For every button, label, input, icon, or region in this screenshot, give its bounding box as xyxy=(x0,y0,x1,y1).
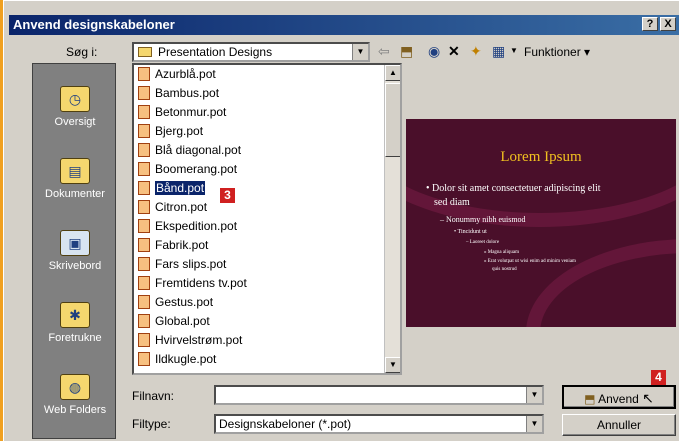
desktop-icon: ▣ xyxy=(60,230,90,256)
template-file-icon xyxy=(138,162,150,176)
preview-text: » Magna aliquam xyxy=(484,250,519,255)
views-dropdown-icon[interactable]: ▼ xyxy=(510,43,518,59)
step-badge-3: 3 xyxy=(220,188,235,203)
template-file-icon xyxy=(138,200,150,214)
place-history[interactable]: ◷ Oversigt xyxy=(33,86,117,128)
favorites-icon: ✱ xyxy=(60,302,90,328)
chevron-down-icon[interactable]: ▼ xyxy=(526,387,542,403)
places-bar: ◷ Oversigt ▤ Dokumenter ▣ Skrivebord ✱ F… xyxy=(32,63,116,439)
list-item[interactable]: Ekspedition.pot xyxy=(138,217,237,235)
template-file-icon xyxy=(138,143,150,157)
mouse-cursor-icon: ↖ xyxy=(642,390,654,406)
apply-design-dialog: Anvend designskabeloner ? X Søg i: Prese… xyxy=(3,0,679,441)
place-favorites[interactable]: ✱ Foretrukne xyxy=(33,302,117,344)
preview-text: » Erat volutpat ut wisi enim ad minim ve… xyxy=(484,259,576,264)
template-file-icon xyxy=(138,105,150,119)
help-button[interactable]: ? xyxy=(642,17,658,31)
template-file-icon xyxy=(138,333,150,347)
place-desktop[interactable]: ▣ Skrivebord xyxy=(33,230,117,272)
lookin-label: Søg i: xyxy=(66,45,98,59)
scroll-down-button[interactable]: ▼ xyxy=(385,357,400,373)
title-bar: Anvend designskabeloner ? X xyxy=(9,15,679,35)
template-file-icon xyxy=(138,67,150,81)
list-item[interactable]: Bjerg.pot xyxy=(138,122,203,140)
template-file-icon xyxy=(138,219,150,233)
window-title: Anvend designskabeloner xyxy=(13,17,175,32)
filename-label: Filnavn: xyxy=(132,389,175,403)
list-item[interactable]: Bambus.pot xyxy=(138,84,219,102)
lookin-combo[interactable]: Presentation Designs ▼ xyxy=(132,42,370,62)
list-item[interactable]: Fabrik.pot xyxy=(138,236,208,254)
list-item[interactable]: Fremtidens tv.pot xyxy=(138,274,247,292)
list-item[interactable]: Boomerang.pot xyxy=(138,160,237,178)
list-item[interactable]: Azurblå.pot xyxy=(138,65,216,83)
list-item[interactable]: Citron.pot xyxy=(138,198,207,216)
list-item[interactable]: Global.pot xyxy=(138,312,210,330)
tools-label: Funktioner xyxy=(524,45,581,59)
template-file-icon xyxy=(138,124,150,138)
template-file-icon xyxy=(138,276,150,290)
back-arrow-icon[interactable]: ⇦ xyxy=(378,43,390,59)
list-item[interactable]: Betonmur.pot xyxy=(138,103,226,121)
template-file-icon xyxy=(138,295,150,309)
views-icon[interactable]: ▦ xyxy=(492,43,505,59)
preview-text: – Nonummy nibh euismod xyxy=(440,215,526,224)
filetype-label: Filtype: xyxy=(132,417,171,431)
chevron-down-icon[interactable]: ▼ xyxy=(526,416,542,432)
my-documents-icon: ▤ xyxy=(60,158,90,184)
list-item[interactable]: Hvirvelstrøm.pot xyxy=(138,331,242,349)
place-label: Dokumenter xyxy=(45,188,105,200)
preview-swirl xyxy=(526,239,676,327)
up-folder-icon[interactable]: ⬒ xyxy=(400,43,413,59)
preview-title: Lorem Ipsum xyxy=(500,149,582,165)
list-item[interactable]: Fars slips.pot xyxy=(138,255,226,273)
vertical-scrollbar[interactable]: ▲ ▼ xyxy=(384,65,400,373)
filetype-value: Designskabeloner (*.pot) xyxy=(219,417,352,431)
list-item[interactable]: Blå diagonal.pot xyxy=(138,141,241,159)
place-documents[interactable]: ▤ Dokumenter xyxy=(33,158,117,200)
filename-field[interactable]: ▼ xyxy=(214,385,544,405)
place-label: Oversigt xyxy=(54,116,96,128)
lookin-value: Presentation Designs xyxy=(158,45,273,59)
open-folder-icon: ⬒ xyxy=(584,392,596,406)
template-file-icon xyxy=(138,314,150,328)
history-icon: ◷ xyxy=(60,86,90,112)
place-web-folders[interactable]: ◍ Web Folders xyxy=(33,374,117,416)
preview-text: quis nostrud xyxy=(492,267,517,272)
search-web-icon[interactable]: ◉ xyxy=(428,43,440,59)
chevron-down-icon[interactable]: ▼ xyxy=(352,44,368,60)
preview-text: • Tincidunt ut xyxy=(454,229,487,235)
list-item[interactable]: Ildkugle.pot xyxy=(138,350,216,368)
design-preview: Lorem Ipsum • Dolor sit amet consectetue… xyxy=(406,119,676,327)
step-badge-4: 4 xyxy=(651,370,666,385)
filetype-select[interactable]: Designskabeloner (*.pot) ▼ xyxy=(214,414,544,434)
scroll-up-button[interactable]: ▲ xyxy=(385,65,400,81)
scroll-thumb[interactable] xyxy=(385,83,400,157)
place-label: Skrivebord xyxy=(48,260,102,272)
template-file-icon xyxy=(138,238,150,252)
place-label: Web Folders xyxy=(43,404,107,416)
template-file-icon xyxy=(138,257,150,271)
place-label: Foretrukne xyxy=(48,332,102,344)
close-button[interactable]: X xyxy=(660,17,676,31)
preview-text: • Dolor sit amet consectetuer adipiscing… xyxy=(426,183,601,194)
template-file-icon xyxy=(138,86,150,100)
template-file-icon xyxy=(138,352,150,366)
template-file-icon xyxy=(138,181,150,195)
list-item[interactable]: Gestus.pot xyxy=(138,293,213,311)
delete-icon[interactable]: ✕ xyxy=(448,43,460,59)
file-list[interactable]: Azurblå.pot Bambus.pot Betonmur.pot Bjer… xyxy=(132,63,402,375)
preview-text: – Laoreet dolore xyxy=(466,240,500,245)
web-folders-icon: ◍ xyxy=(60,374,90,400)
preview-swirl xyxy=(406,119,676,227)
list-item-selected[interactable]: Bånd.pot xyxy=(138,179,206,197)
preview-text: sed diam xyxy=(434,197,470,208)
apply-label: Anvend xyxy=(598,392,639,406)
new-folder-icon[interactable]: ✦ xyxy=(470,43,482,59)
apply-button[interactable]: ⬒ Anvend ↖ xyxy=(562,385,676,409)
cancel-button[interactable]: Annuller xyxy=(562,414,676,436)
folder-icon xyxy=(138,47,152,57)
tools-menu[interactable]: Funktioner ▾ xyxy=(524,45,590,59)
